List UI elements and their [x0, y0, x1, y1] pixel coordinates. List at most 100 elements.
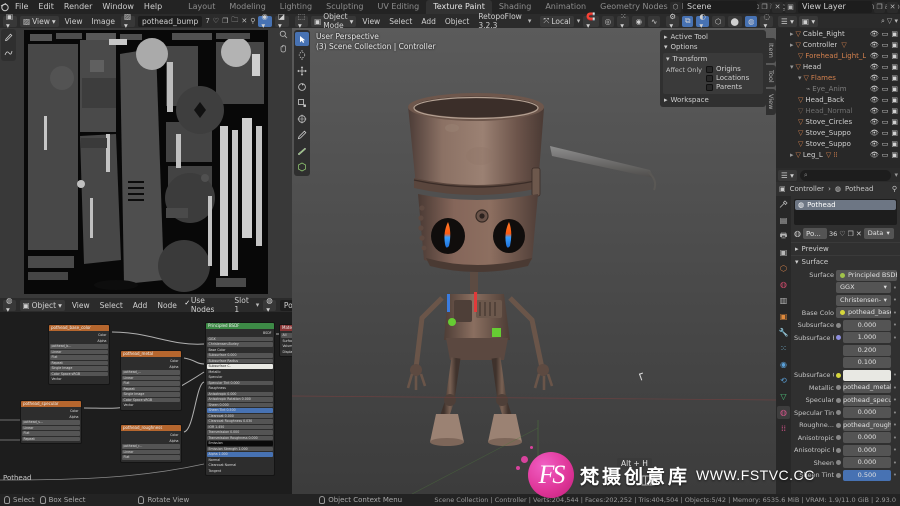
node-output-alpha[interactable]: Alpha [122, 439, 180, 444]
object-tab-icon[interactable]: ▣ [777, 310, 790, 323]
shader-menu-select[interactable]: Select [97, 301, 126, 310]
viewport-gizmo-toggle[interactable]: ⚙ ▾ [666, 12, 680, 30]
shader-type-selector[interactable]: ▣ Object ▾ [19, 299, 65, 311]
disclosure-icon[interactable]: ▸ [790, 151, 794, 159]
camera-icon[interactable]: ▣ [891, 140, 898, 148]
rotate-tool-icon[interactable] [295, 80, 309, 94]
screen-icon[interactable]: ▭ [882, 129, 889, 137]
eye-icon[interactable]: 👁 [870, 74, 879, 82]
outliner-row-head-normal[interactable]: ▽ Head_Normal 👁 ▭ ▣ [776, 105, 900, 116]
bsdf-output[interactable]: BSDF [207, 331, 273, 336]
falloff-curve-icon[interactable]: ∿ [648, 15, 661, 27]
screen-icon[interactable]: ▭ [882, 118, 889, 126]
shading-wireframe-icon[interactable]: ⬡ [711, 15, 725, 27]
output-tab-icon[interactable]: 🖶 [777, 230, 790, 243]
snap-toggle[interactable]: 🧲 ▾ [583, 12, 599, 30]
bsdf-specular-tint[interactable]: Specular Tint 0.000 [207, 380, 273, 385]
outliner-row-head[interactable]: ▾ ▽ Head 👁 ▭ ▣ [776, 61, 900, 72]
eye-icon[interactable]: 👁 [870, 107, 879, 115]
bsdf-base-color[interactable]: Base Color [207, 348, 273, 353]
shader-node-editor[interactable]: pothead_base_color Color Alpha pothead_b… [0, 312, 292, 494]
eye-icon[interactable]: 👁 [870, 118, 879, 126]
new-image-icon[interactable]: ❐ [222, 17, 228, 25]
node-output-alpha[interactable]: Alpha [22, 415, 80, 420]
node-extension[interactable]: Repeat [50, 360, 108, 365]
node-image-field[interactable]: pothead_b... [50, 344, 108, 349]
properties-panel[interactable]: ◍ Pothead ◍ Po... 36 ♡ ❐ ✕ Data ▾ ▸ Previ… [791, 196, 900, 494]
xray-shading-toggle[interactable]: ◐ ▾ [696, 12, 709, 30]
proportional-falloff-selector[interactable]: ⁙ ▾ [617, 12, 630, 30]
material-slot-box[interactable]: ◍ Pothead [794, 199, 897, 225]
node-output-alpha[interactable]: Alpha [122, 365, 180, 370]
eye-icon[interactable]: 👁 [870, 96, 879, 104]
prop-value-subsurface-radius-y[interactable]: 0.200 [843, 344, 891, 356]
sidebar-panel-workspace[interactable]: ▸ Workspace [660, 95, 766, 105]
xray-toggle[interactable]: ◉ [632, 15, 646, 27]
view-layer-name-field[interactable]: View Layer [798, 1, 872, 13]
display-channels-selector[interactable]: ◪ ▾ [275, 12, 289, 30]
node-output-color[interactable]: Color [22, 409, 80, 414]
particles-tab-icon[interactable]: ⁙ [777, 342, 790, 355]
prop-value-subsurface-color-swatch[interactable] [843, 369, 891, 381]
disclosure-icon[interactable]: ▾ [790, 63, 794, 71]
shader-menu-add[interactable]: Add [130, 301, 151, 310]
bsdf-alpha[interactable]: Alpha 1.000 [207, 452, 273, 457]
bsdf-clearcoat[interactable]: Clearcoat 0.000 [207, 413, 273, 418]
annotate-tool-icon[interactable] [295, 128, 309, 142]
outliner-row-visibility-icons[interactable]: 👁 ▭ ▣ [870, 50, 898, 61]
node-source[interactable]: Single Image [122, 392, 180, 397]
bsdf-metallic[interactable]: Metallic [207, 370, 273, 375]
prop-value-surface[interactable]: Principled BSDF [836, 269, 897, 281]
viewport-menu-object[interactable]: Object [442, 17, 472, 26]
bsdf-subsurface-color[interactable]: Subsurface C. [207, 364, 273, 369]
transform-tool-icon[interactable] [295, 112, 309, 126]
image-menu-image[interactable]: Image [88, 17, 118, 26]
modifier-icon[interactable]: ▽ [826, 151, 831, 159]
node-output-color[interactable]: Color [122, 359, 180, 364]
outliner-row-controller[interactable]: ▸ ▽ Controller ▽ 👁 ▭ ▣ [776, 39, 900, 50]
eye-icon[interactable]: 👁 [870, 140, 879, 148]
affect-only-origins[interactable]: Origins [706, 65, 760, 74]
chevron-down-icon[interactable]: ▾ [256, 301, 260, 309]
paint-mode-toggle[interactable]: ◉ ▾ [258, 12, 273, 30]
camera-icon[interactable]: ▣ [891, 107, 898, 115]
physics-tab-icon[interactable]: ◉ [777, 358, 790, 371]
bsdf-ior[interactable]: IOR 1.450 [207, 424, 273, 429]
screen-icon[interactable]: ▭ [882, 52, 889, 60]
outliner-row-visibility-icons[interactable]: 👁 ▭ ▣ [870, 39, 898, 50]
outliner-row-visibility-icons[interactable]: 👁 ▭ ▣ [870, 83, 898, 94]
prop-value-distribution[interactable]: GGX ▾ [836, 282, 891, 293]
workspace-tab-animation[interactable]: Animation [538, 0, 593, 14]
pin-icon[interactable]: ⚲ [892, 185, 897, 193]
data-tab-icon[interactable]: ▽ [777, 390, 790, 403]
node-color-space[interactable]: Color Space sRGB [122, 397, 180, 402]
image-datablock-icon[interactable]: ▨ ▾ [120, 12, 135, 30]
viewport-overlays-toggle[interactable]: ⧉ [682, 15, 694, 27]
add-cube-tool-icon[interactable] [295, 160, 309, 174]
viewport-menu-view[interactable]: View [359, 17, 383, 26]
editor-type-selector[interactable]: ▣ ▾ [3, 12, 17, 30]
delete-scene-icon[interactable]: ✕ [772, 1, 783, 13]
outliner-row-eye-anim[interactable]: ⌁ Eye_Anim 👁 ▭ ▣ [776, 83, 900, 94]
outliner-row-visibility-icons[interactable]: 👁 ▭ ▣ [870, 149, 898, 160]
outliner-display-mode[interactable]: ▣ ▾ [798, 15, 819, 27]
screen-icon[interactable]: ▭ [882, 151, 889, 159]
object-mode-selector[interactable]: ▣ Object Mode ▾ [311, 12, 357, 30]
texture-tab-icon[interactable]: ⁞⁞ [777, 422, 790, 435]
camera-icon[interactable]: ▣ [891, 41, 898, 49]
outliner-row-visibility-icons[interactable]: 👁 ▭ ▣ [870, 116, 898, 127]
node-projection[interactable]: Flat [50, 355, 108, 360]
node-output-alpha[interactable]: Alpha [50, 339, 108, 344]
node-interpolation[interactable]: Linear [122, 375, 180, 380]
bsdf-subsurface[interactable]: Subsurface 0.000 [207, 353, 273, 358]
properties-panel-preview[interactable]: ▸ Preview [791, 242, 900, 255]
screen-icon[interactable]: ▭ [882, 107, 889, 115]
sidebar-tab-tool[interactable]: Tool [766, 64, 776, 88]
eye-icon[interactable]: 👁 [870, 52, 879, 60]
outliner-row-leg-l[interactable]: ▸ ▽ Leg_L ▽ ⁞⁞ 👁 ▭ ▣ [776, 149, 900, 160]
outliner-tree[interactable]: ▸ ▽ Cable_Right 👁 ▭ ▣ ▸ ▽ Controller ▽ 👁… [776, 28, 900, 168]
material-datablock-icon[interactable]: ◍ ▾ [263, 296, 276, 314]
unlink-image-icon[interactable]: ✕ [241, 17, 247, 25]
output-displacement[interactable]: Displacement [281, 350, 293, 355]
affect-only-parents[interactable]: Parents [706, 83, 760, 92]
